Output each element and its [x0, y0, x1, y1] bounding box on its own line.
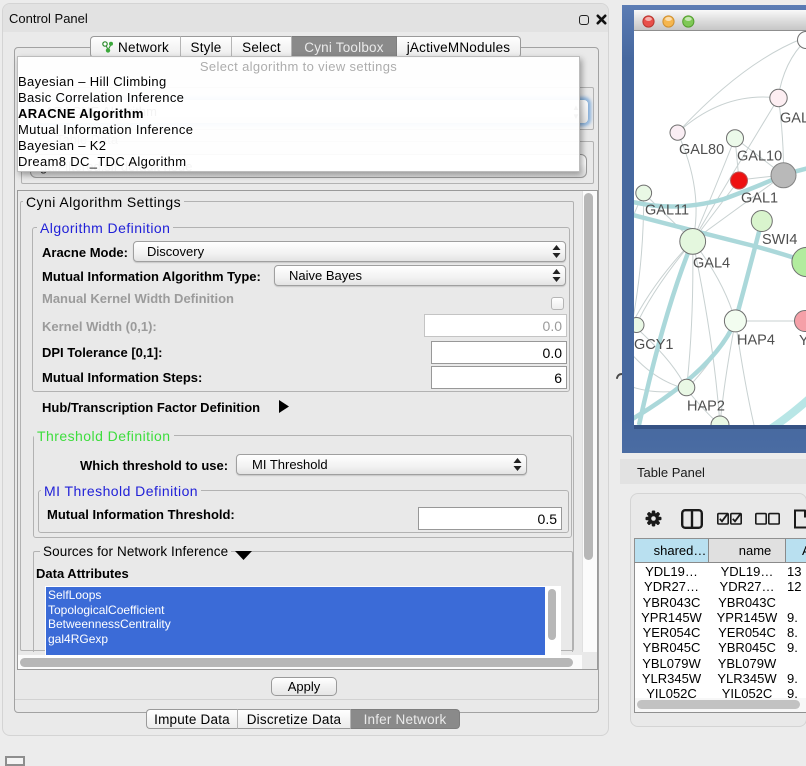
svg-text:GAL1: GAL1 — [741, 191, 778, 207]
svg-text:GAL4: GAL4 — [693, 256, 730, 272]
svg-text:HAP4: HAP4 — [737, 333, 775, 349]
svg-text:HAP2: HAP2 — [687, 399, 725, 415]
svg-text:GAL10: GAL10 — [737, 149, 782, 165]
svg-text:SWI4: SWI4 — [762, 232, 797, 248]
svg-text:Y: Y — [799, 333, 806, 349]
svg-text:GAL11: GAL11 — [645, 202, 689, 218]
svg-text:GCY1: GCY1 — [634, 337, 674, 353]
svg-text:GAL80: GAL80 — [679, 142, 724, 158]
svg-text:GAL2: GAL2 — [780, 111, 806, 127]
